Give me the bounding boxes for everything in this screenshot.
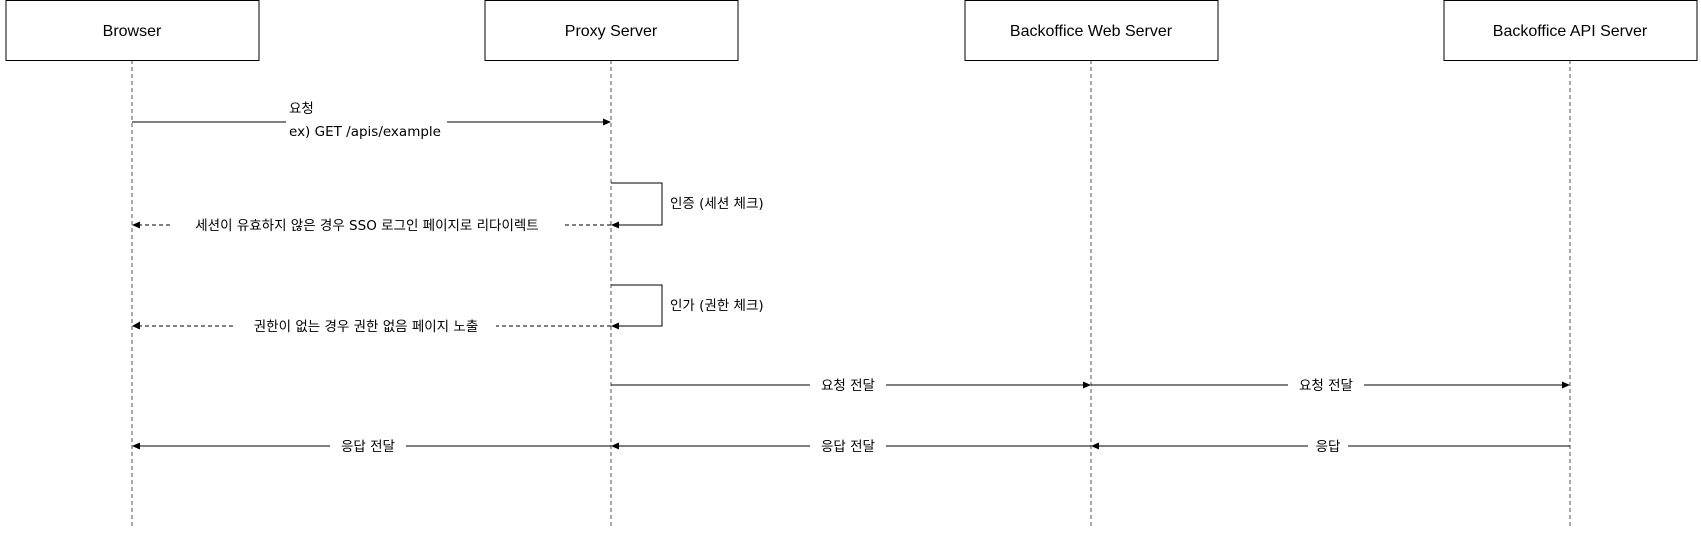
- message-forward-to-web-label: 요청 전달: [821, 378, 875, 394]
- message-authorization-label: 인가 (권한 체크): [670, 298, 764, 314]
- message-forward-to-api-label: 요청 전달: [1299, 378, 1353, 394]
- message-authorization-self: 인가 (권한 체크): [611, 284, 764, 330]
- message-response-to-web: 응답: [1091, 435, 1570, 457]
- actor-label-backoffice-api-server: Backoffice API Server: [1493, 23, 1648, 40]
- message-request-example: ex) GET /apis/example: [289, 124, 441, 140]
- actor-backoffice-web-server: Backoffice Web Server: [964, 0, 1219, 61]
- actor-label-proxy-server: Proxy Server: [565, 23, 658, 40]
- message-authentication-label: 인증 (세션 체크): [670, 196, 764, 212]
- message-no-permission-label: 권한이 없는 경우 권한 없음 페이지 노출: [254, 319, 478, 335]
- message-response-to-proxy-label: 응답 전달: [821, 439, 875, 455]
- message-sso-redirect-label: 세션이 유효하지 않은 경우 SSO 로그인 페이지로 리다이렉트: [195, 218, 538, 234]
- sequence-diagram: Browser Proxy Server Backoffice Web Serv…: [5, 0, 1698, 528]
- message-forward-to-web: 요청 전달: [611, 374, 1091, 396]
- message-response-to-browser-label: 응답 전달: [341, 439, 395, 455]
- message-forward-to-api: 요청 전달: [1091, 374, 1570, 396]
- actor-label-browser: Browser: [103, 23, 162, 40]
- message-response-to-browser: 응답 전달: [132, 435, 611, 457]
- message-sso-redirect: 세션이 유효하지 않은 경우 SSO 로그인 페이지로 리다이렉트: [132, 214, 611, 236]
- message-authentication-self: 인증 (세션 체크): [611, 182, 764, 229]
- message-no-permission: 권한이 없는 경우 권한 없음 페이지 노출: [132, 315, 611, 337]
- actor-proxy-server: Proxy Server: [484, 0, 739, 61]
- actor-backoffice-api-server: Backoffice API Server: [1443, 0, 1698, 61]
- message-request-label: 요청: [289, 101, 314, 117]
- actor-browser: Browser: [5, 0, 260, 61]
- message-response-to-web-label: 응답: [1316, 439, 1341, 455]
- actor-label-backoffice-web-server: Backoffice Web Server: [1010, 23, 1173, 40]
- message-request: 요청 ex) GET /apis/example: [132, 97, 611, 141]
- message-response-to-proxy: 응답 전달: [611, 435, 1091, 457]
